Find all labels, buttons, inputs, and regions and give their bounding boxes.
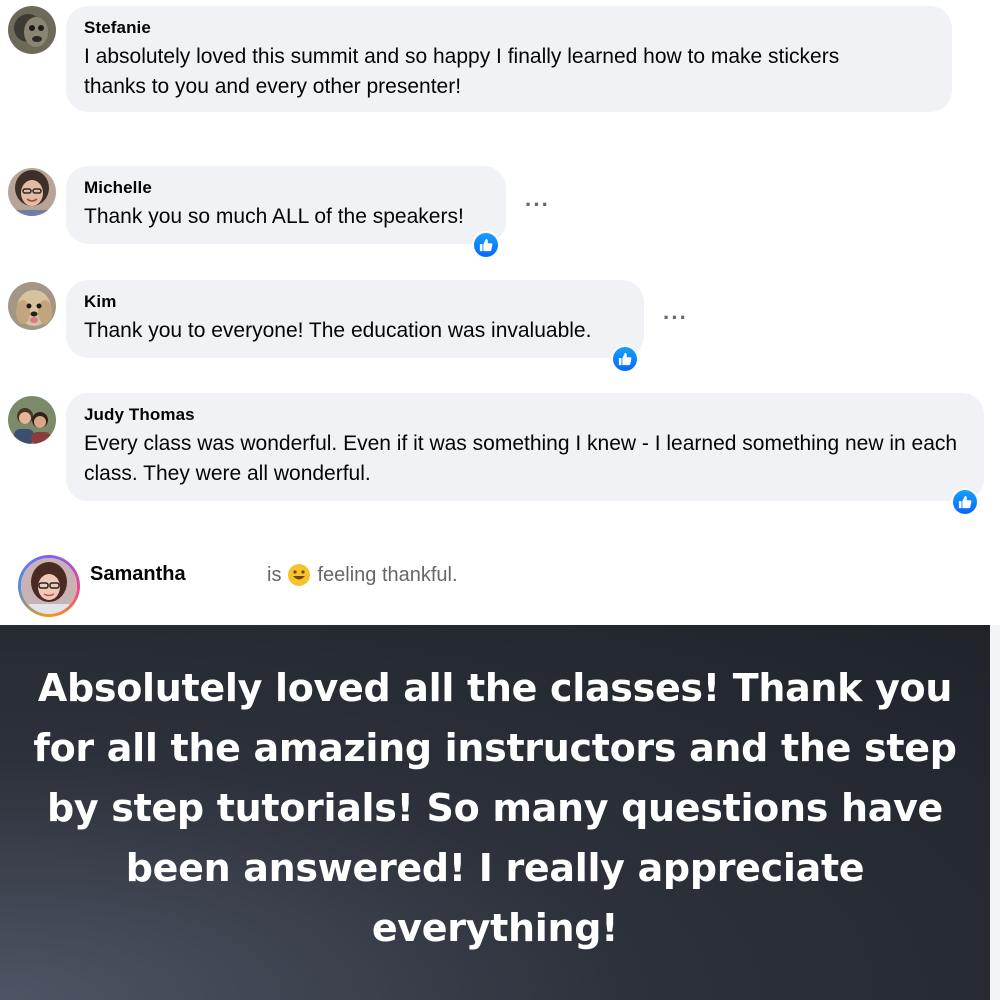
smiling-face-icon xyxy=(287,563,311,587)
status-feeling-text: feeling thankful. xyxy=(317,563,458,586)
avatar[interactable] xyxy=(8,396,56,444)
avatar-judy-icon xyxy=(8,396,56,444)
like-reaction-badge[interactable] xyxy=(472,231,500,259)
comment-bubble: Michelle Thank you so much ALL of the sp… xyxy=(66,166,506,244)
comment-author[interactable]: Kim xyxy=(84,292,626,312)
avatar[interactable] xyxy=(18,555,80,617)
testimonial-quote-text: Absolutely loved all the classes! Thank … xyxy=(33,665,957,950)
comment-text: I absolutely loved this summit and so ha… xyxy=(84,45,840,98)
avatar-kim-icon xyxy=(8,282,56,330)
avatar[interactable] xyxy=(8,282,56,330)
thumbs-up-icon xyxy=(618,352,632,366)
comment-text: Thank you so much ALL of the speakers! xyxy=(84,205,464,228)
comment-text: Every class was wonderful. Even if it wa… xyxy=(84,432,958,485)
comment-text: Thank you to everyone! The education was… xyxy=(84,319,592,342)
comment-bubble: Stefanie I absolutely loved this summit … xyxy=(66,6,952,112)
comment-author[interactable]: Michelle xyxy=(84,178,488,198)
comment-author[interactable]: Judy Thomas xyxy=(84,405,966,425)
avatar[interactable] xyxy=(8,168,56,216)
avatar-stefanie-icon xyxy=(8,6,56,54)
thumbs-up-icon xyxy=(479,238,493,252)
like-reaction-badge[interactable] xyxy=(951,488,979,516)
avatar[interactable] xyxy=(8,6,56,54)
testimonial-quote-panel: Absolutely loved all the classes! Thank … xyxy=(0,625,990,1000)
more-options-button[interactable]: ··· xyxy=(663,307,688,329)
comment-bubble: Judy Thomas Every class was wonderful. E… xyxy=(66,393,984,501)
status-post-header: Samantha is feeling thankful. xyxy=(18,555,618,619)
status-feeling: is feeling thankful. xyxy=(267,563,458,587)
comment-author[interactable]: Stefanie xyxy=(84,18,934,38)
like-reaction-badge[interactable] xyxy=(611,345,639,373)
avatar-michelle-icon xyxy=(8,168,56,216)
status-author[interactable]: Samantha xyxy=(90,563,186,586)
avatar-samantha-icon xyxy=(21,558,77,614)
status-prefix: is xyxy=(267,563,282,586)
more-options-button[interactable]: ··· xyxy=(525,194,550,216)
thumbs-up-icon xyxy=(958,495,972,509)
comment-bubble: Kim Thank you to everyone! The education… xyxy=(66,280,644,358)
page-edge xyxy=(990,625,1000,1000)
